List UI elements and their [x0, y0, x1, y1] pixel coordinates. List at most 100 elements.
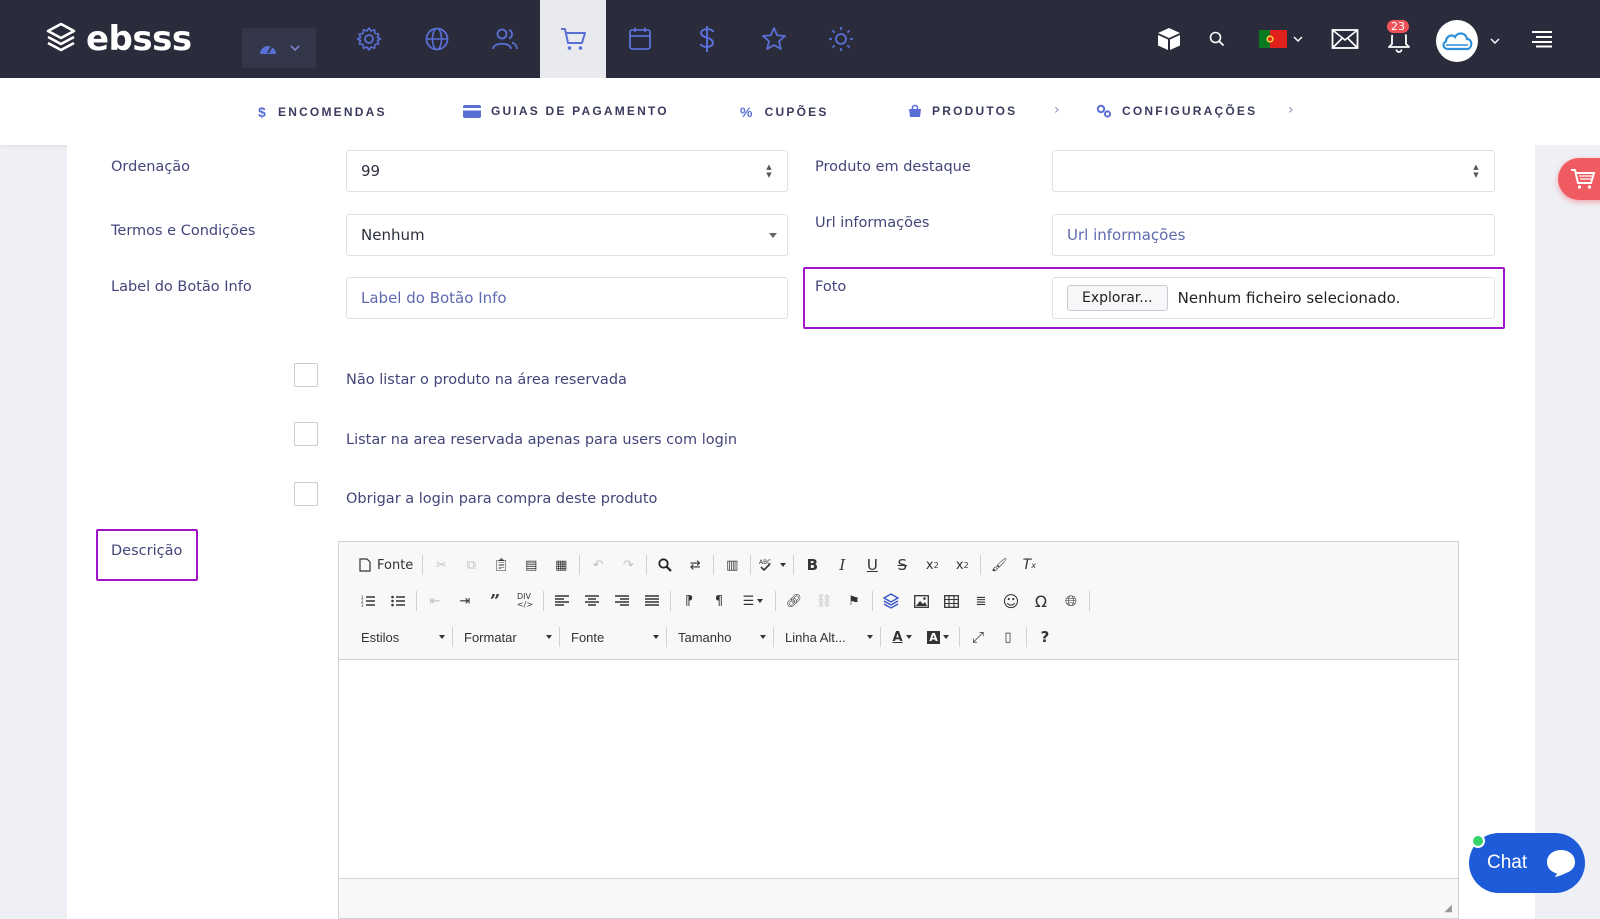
indent-icon[interactable]: ⇥ — [450, 588, 480, 614]
product-form-card: Ordenação 99 ▲ ▼ Produto em destaque ▲ ▼ T… — [67, 145, 1535, 919]
produto-destaque-input[interactable]: ▲ ▼ — [1052, 150, 1495, 192]
show-blocks-icon[interactable]: ▯ — [993, 624, 1023, 650]
horizontal-rule-icon[interactable]: ≣ — [966, 588, 996, 614]
format-combo[interactable]: Formatar — [456, 624, 556, 650]
underline-icon[interactable]: U — [857, 552, 887, 578]
cut-icon[interactable]: ✂ — [426, 552, 456, 578]
format-painter-icon[interactable]: 🖌︎ — [984, 552, 1014, 578]
nav-settings[interactable] — [336, 0, 402, 78]
styles-combo[interactable]: Estilos — [353, 624, 449, 650]
language-selector[interactable] — [1258, 22, 1304, 56]
floating-cart-button[interactable] — [1558, 158, 1600, 200]
user-avatar[interactable] — [1436, 20, 1478, 62]
search-button[interactable] — [1205, 22, 1229, 56]
checkbox-nao-listar[interactable] — [294, 363, 318, 387]
subnav-cupoes[interactable]: % CUPÕES — [740, 104, 829, 120]
bold-icon[interactable]: B — [797, 552, 827, 578]
nav-calendar[interactable] — [607, 0, 673, 78]
text-color-icon[interactable]: A — [884, 624, 920, 650]
toolbar-separator — [980, 555, 982, 575]
background-color-icon[interactable]: A — [920, 624, 956, 650]
align-left-icon[interactable] — [547, 588, 577, 614]
sub-navigation: $ ENCOMENDAS GUIAS DE PAGAMENTO % CUPÕES… — [0, 78, 1600, 145]
toolbar-separator — [416, 591, 417, 611]
redo-icon[interactable]: ↷ — [613, 552, 643, 578]
ebsss-layers-icon[interactable] — [876, 588, 906, 614]
nav-cart[interactable] — [540, 0, 606, 78]
line-height-combo[interactable]: Linha Alt... — [777, 624, 877, 650]
nav-globe[interactable] — [404, 0, 470, 78]
nav-finance[interactable] — [674, 0, 740, 78]
paste-icon[interactable]: 📋︎ — [486, 552, 516, 578]
dashboard-dropdown[interactable] — [242, 28, 316, 68]
paste-word-icon[interactable]: ▦ — [546, 552, 576, 578]
italic-icon[interactable]: I — [827, 552, 857, 578]
ordenacao-input[interactable]: 99 ▲ ▼ — [346, 150, 788, 192]
messages-button[interactable] — [1330, 22, 1360, 56]
resize-handle-icon[interactable]: ◢ — [1444, 903, 1452, 914]
package-button[interactable] — [1154, 22, 1184, 56]
subnav-encomendas[interactable]: $ ENCOMENDAS — [258, 104, 387, 120]
find-icon[interactable] — [650, 552, 680, 578]
subnav-configuracoes[interactable]: CONFIGURAÇÕES — [1096, 104, 1257, 118]
align-justify-icon[interactable] — [637, 588, 667, 614]
toolbar-row-3: Estilos Formatar Fonte Tamanho Linha Alt… — [353, 622, 1060, 652]
termos-select[interactable]: Nenhum — [346, 214, 788, 256]
label-botao-input[interactable]: Label do Botão Info — [346, 277, 788, 319]
calendar-icon — [629, 27, 651, 50]
maximize-icon[interactable]: ⤢ — [963, 624, 993, 650]
ltr-icon[interactable]: ⁋ — [674, 588, 704, 614]
help-icon[interactable]: ? — [1030, 624, 1060, 650]
format-combo-label: Formatar — [464, 629, 517, 645]
chevron-right-icon[interactable]: › — [1054, 102, 1060, 118]
outdent-icon[interactable]: ⇤ — [420, 588, 450, 614]
subnav-produtos[interactable]: PRODUTOS — [908, 104, 1017, 118]
div-container-icon[interactable]: DIV </> — [510, 588, 540, 614]
align-center-icon[interactable] — [577, 588, 607, 614]
font-combo[interactable]: Fonte — [563, 624, 663, 650]
remove-format-icon[interactable]: Tx — [1014, 552, 1044, 578]
special-char-omega-icon[interactable]: Ω — [1026, 588, 1056, 614]
superscript-icon[interactable]: x2 — [947, 552, 977, 578]
language-dir-icon[interactable]: ☰ — [734, 588, 772, 614]
anchor-flag-icon[interactable]: ⚑ — [839, 588, 869, 614]
subscript-icon[interactable]: x2 — [917, 552, 947, 578]
smiley-icon[interactable]: ☺ — [996, 588, 1026, 614]
link-icon[interactable]: 🔗︎ — [779, 588, 809, 614]
checkbox-obrigar-login[interactable] — [294, 482, 318, 506]
align-right-icon[interactable] — [607, 588, 637, 614]
bullet-list-icon[interactable] — [383, 588, 413, 614]
paste-text-icon[interactable]: ▤ — [516, 552, 546, 578]
checkbox-obrigar-login-label: Obrigar a login para compra deste produt… — [346, 491, 658, 507]
nav-favorites[interactable] — [741, 0, 807, 78]
subnav-guias-pagamento[interactable]: GUIAS DE PAGAMENTO — [463, 104, 669, 118]
url-info-input[interactable]: Url informações — [1052, 214, 1495, 256]
select-all-icon[interactable]: ▥ — [717, 552, 747, 578]
brand-logo[interactable]: ebsss — [46, 18, 192, 60]
image-icon[interactable] — [906, 588, 936, 614]
table-icon[interactable] — [936, 588, 966, 614]
number-spinner-icon[interactable]: ▲ ▼ — [765, 163, 773, 179]
nav-theme[interactable] — [808, 0, 874, 78]
chevron-right-icon[interactable]: › — [1288, 102, 1294, 118]
chevron-down-icon[interactable] — [1490, 38, 1500, 45]
toolbar-separator — [880, 627, 881, 647]
unlink-icon[interactable]: ⛓︎ — [809, 588, 839, 614]
number-spinner-icon[interactable]: ▲ ▼ — [1472, 163, 1480, 179]
iframe-globe-icon[interactable]: 🌐︎ — [1056, 588, 1086, 614]
checkbox-listar-login[interactable] — [294, 422, 318, 446]
chat-widget-button[interactable]: Chat — [1469, 833, 1585, 893]
source-button[interactable]: Fonte — [353, 552, 419, 578]
undo-icon[interactable]: ↶ — [583, 552, 613, 578]
numbered-list-icon[interactable]: 123 — [353, 588, 383, 614]
size-combo[interactable]: Tamanho — [670, 624, 770, 650]
copy-icon[interactable]: ⧉ — [456, 552, 486, 578]
rtl-icon[interactable]: ¶ — [704, 588, 734, 614]
nav-users[interactable] — [472, 0, 538, 78]
blockquote-icon[interactable]: ” — [480, 588, 510, 614]
strikethrough-icon[interactable]: S — [887, 552, 917, 578]
replace-icon[interactable]: ⇄ — [680, 552, 710, 578]
editor-content-area[interactable] — [339, 660, 1458, 880]
spellcheck-icon[interactable]: ABC — [754, 552, 790, 578]
menu-button[interactable] — [1528, 22, 1556, 56]
